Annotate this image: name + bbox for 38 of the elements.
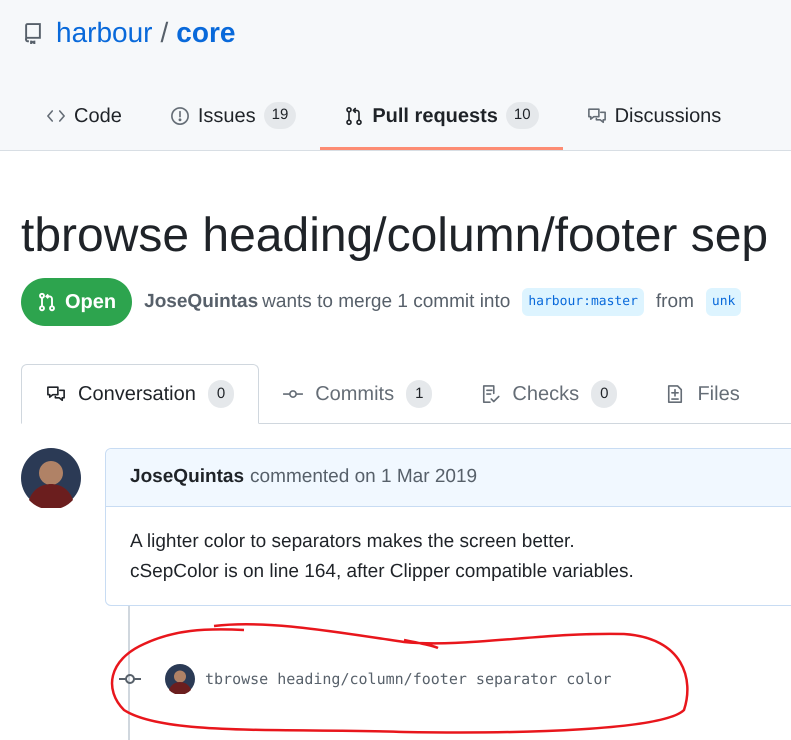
repo-tab[interactable]: Pull requests 10 [320, 84, 563, 150]
commit-message[interactable]: tbrowse heading/column/footer separator color [205, 668, 612, 690]
circle-alert-icon [170, 106, 190, 126]
avatar [21, 448, 81, 508]
repo-tab[interactable]: Discussions [562, 84, 746, 150]
repo-name-link[interactable]: core [176, 12, 236, 54]
branch-label[interactable]: harbour:master [522, 288, 644, 316]
branch-label[interactable]: unk [706, 288, 742, 316]
speech-bubbles-icon [586, 106, 607, 126]
pull-request-tab[interactable]: Files [641, 364, 764, 424]
count-badge: 19 [264, 102, 296, 129]
count-badge: 1 [406, 380, 432, 408]
merge-summary: wants to merge 1 commit into [262, 290, 510, 314]
author-link[interactable]: JoseQuintas [144, 288, 258, 316]
status-badge: Open [21, 278, 132, 326]
pull-request-title: tbrowse heading/column/footer sep [21, 208, 770, 264]
count-badge: 0 [591, 380, 618, 408]
count-badge: 0 [208, 380, 234, 408]
repo-tab[interactable]: Issues 19 [146, 84, 320, 150]
repo-tab[interactable]: Code [22, 84, 146, 150]
comment-author-link[interactable]: JoseQuintas [130, 463, 244, 492]
repo-owner-link[interactable]: harbour [56, 12, 153, 54]
from-text: from [656, 290, 694, 314]
comment-timestamp: commented on 1 Mar 2019 [250, 465, 478, 490]
commit-icon [119, 672, 141, 686]
pull-request-tab[interactable]: Conversation 0 [21, 364, 260, 424]
pull-request-icon [344, 106, 364, 126]
path-separator: / [160, 16, 168, 50]
checklist-icon [480, 384, 500, 404]
count-badge: 10 [506, 102, 539, 129]
avatar [165, 664, 195, 694]
comment-text: cSepColor is on line 164, after Clipper compatible variables. [130, 560, 634, 584]
pull-request-tab[interactable]: Checks 0 [456, 364, 642, 424]
comment-text: A lighter color to separators makes the screen better. [130, 530, 575, 554]
pull-request-icon [37, 292, 57, 312]
pull-request-tab[interactable]: Commits 1 [259, 364, 456, 424]
book-icon [22, 22, 44, 44]
speech-bubbles-icon [46, 384, 66, 404]
